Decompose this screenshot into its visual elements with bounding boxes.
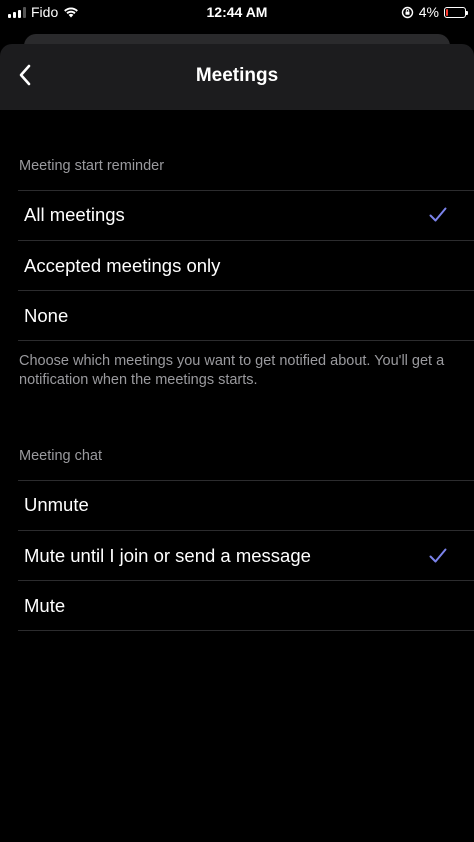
option-label: None (24, 305, 69, 326)
option-label: Unmute (24, 494, 89, 515)
page-title: Meetings (195, 65, 279, 86)
option-label: All meetings (24, 204, 125, 225)
checkmark-icon (429, 207, 447, 222)
option-label: Mute until I join or send a message (24, 545, 311, 566)
option-unmute[interactable]: Unmute (0, 480, 474, 530)
option-mute-until-join[interactable]: Mute until I join or send a message (0, 531, 474, 581)
status-bar: Fido 12:44 AM 4% (0, 0, 474, 26)
navigation-bar: Meetings (0, 44, 474, 110)
status-right: 4% (401, 4, 468, 20)
option-none[interactable]: None (0, 291, 474, 341)
checkmark-icon (429, 548, 447, 563)
orientation-lock-icon (401, 6, 413, 18)
option-mute[interactable]: Mute (0, 581, 474, 631)
section-header-chat: Meeting chat (19, 448, 103, 464)
option-all-meetings[interactable]: All meetings (0, 190, 474, 240)
divider (18, 630, 474, 631)
battery-fill (446, 8, 448, 16)
battery-percent: 4% (418, 4, 439, 20)
battery-icon (444, 6, 468, 18)
option-accepted-meetings-only[interactable]: Accepted meetings only (0, 241, 474, 291)
divider (18, 340, 474, 341)
option-label: Mute (24, 595, 66, 616)
section-header-reminder: Meeting start reminder (19, 158, 165, 174)
option-label: Accepted meetings only (24, 255, 221, 276)
reminder-footer-note: Choose which meetings you want to get no… (19, 353, 445, 388)
